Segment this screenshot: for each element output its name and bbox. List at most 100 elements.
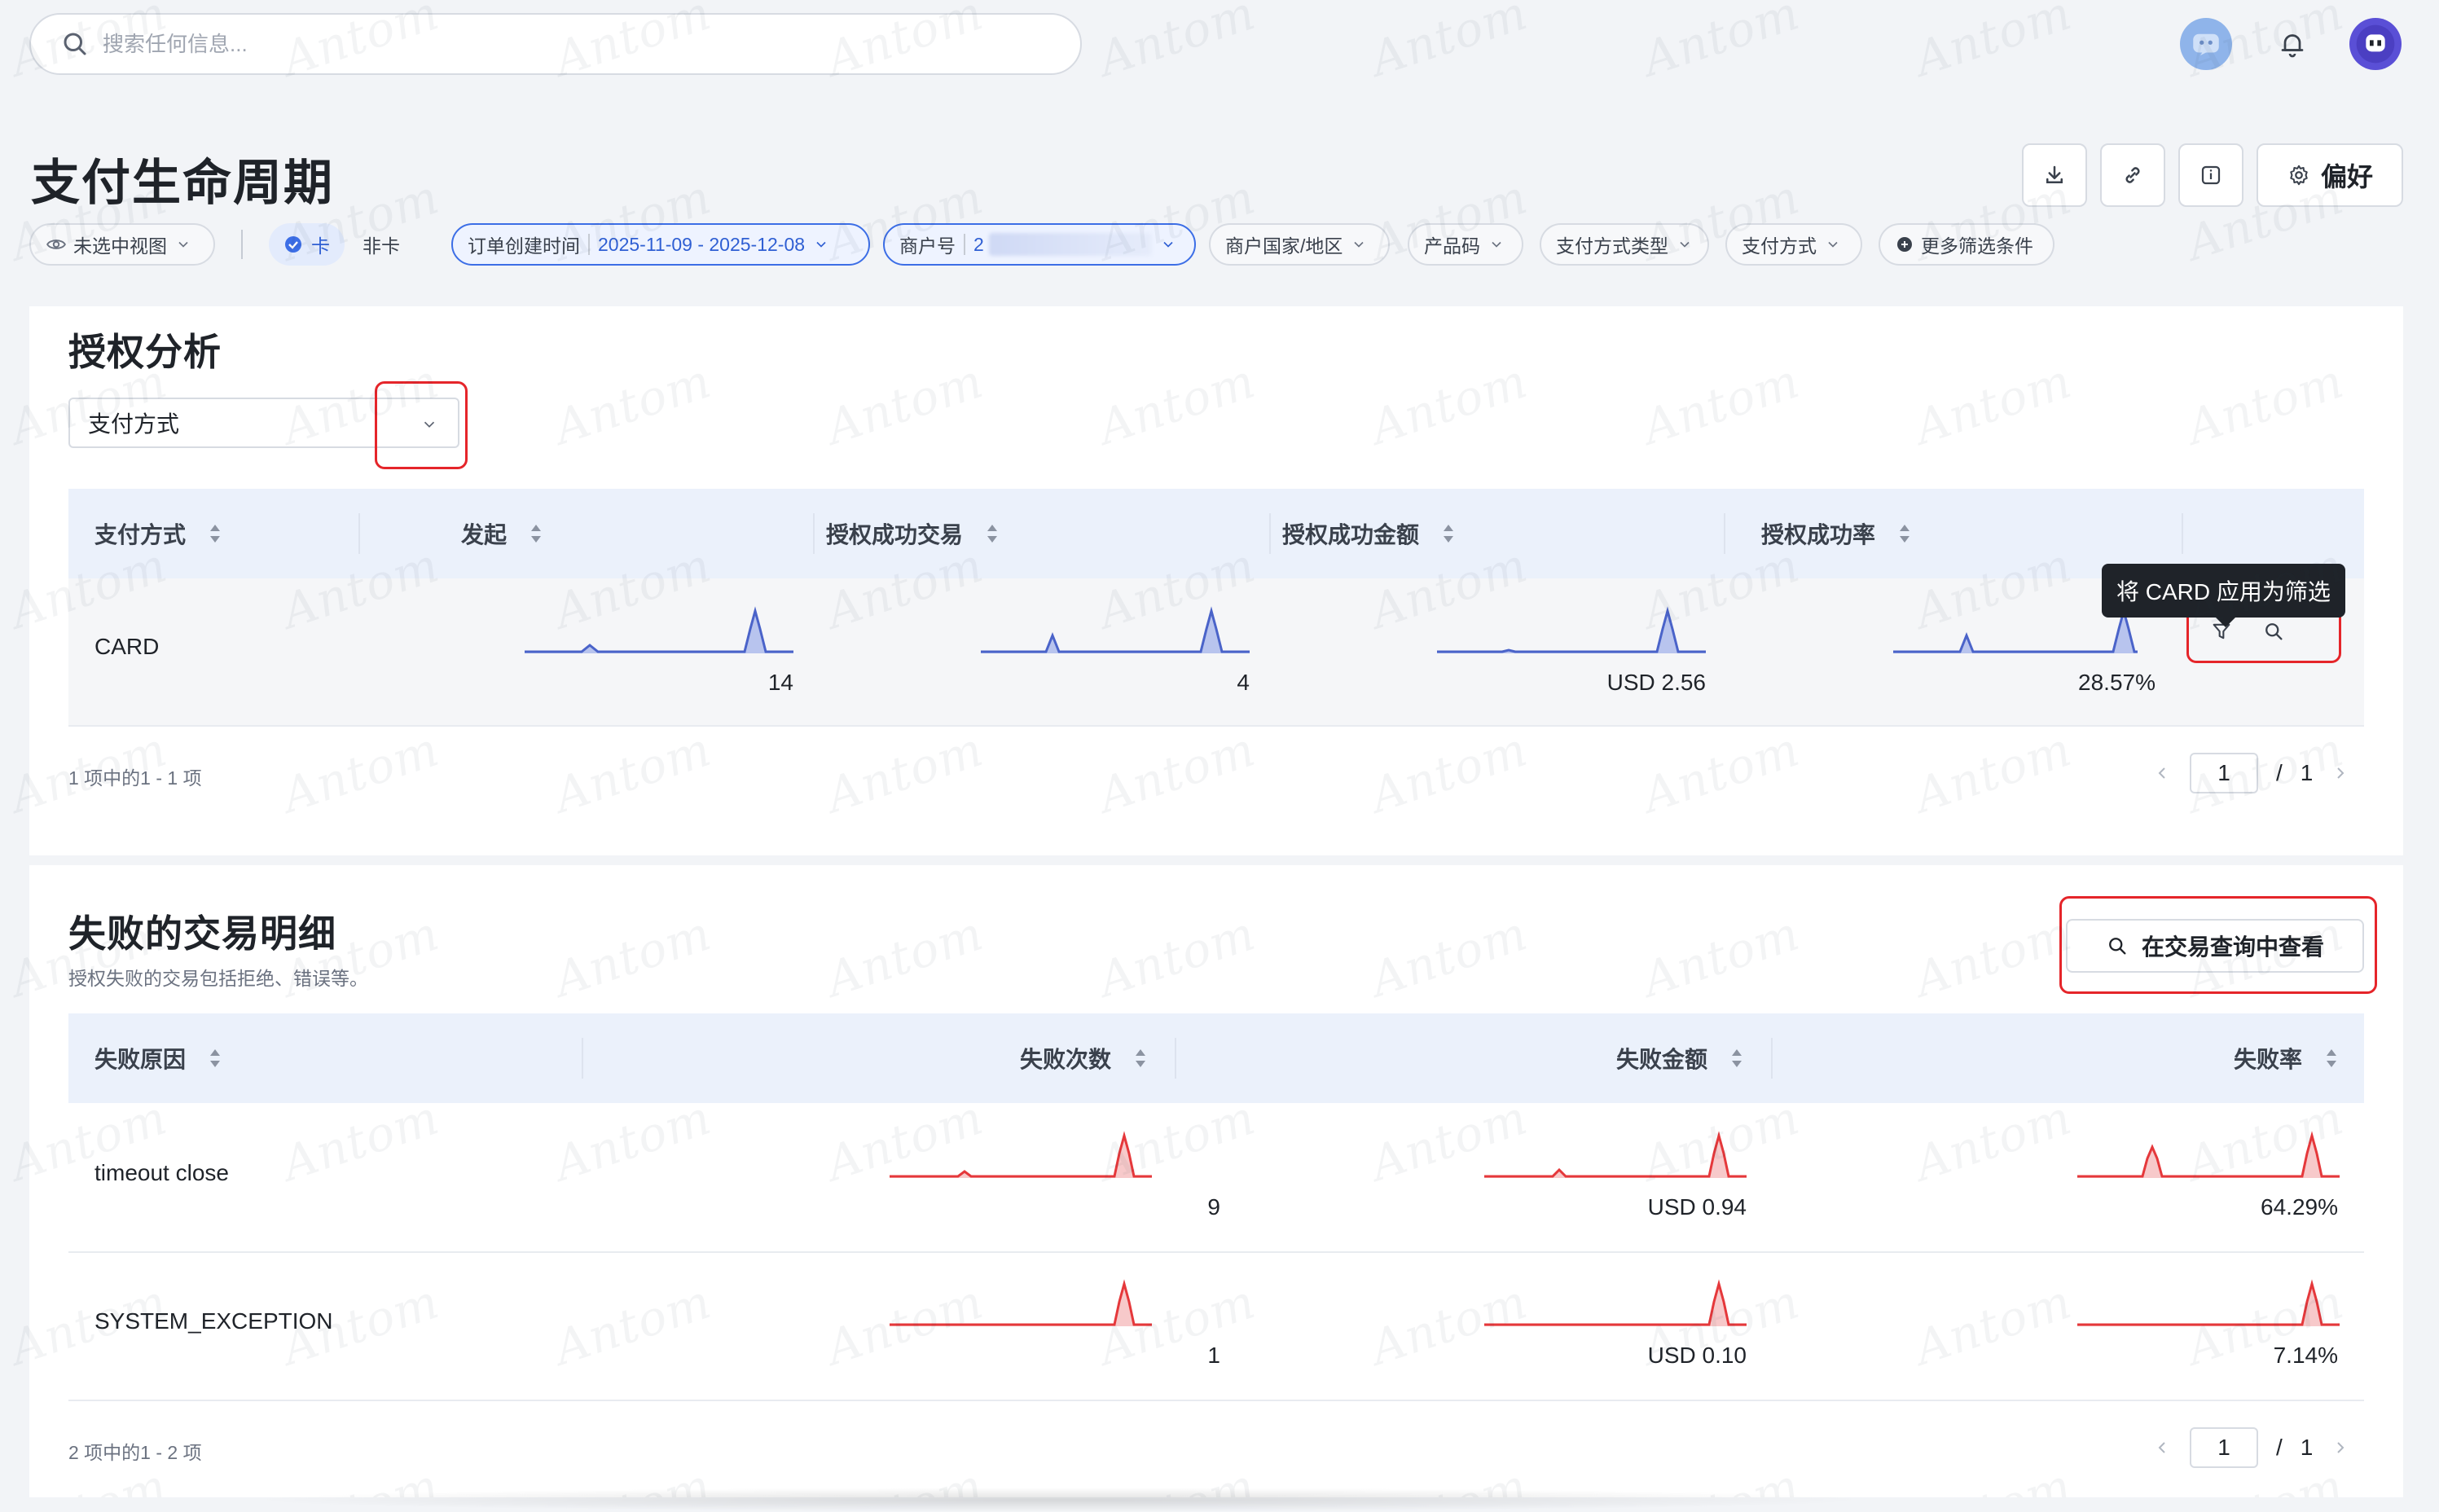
search-input[interactable] <box>101 30 1000 58</box>
apply-filter-tooltip: 将 CARD 应用为筛选 <box>2102 564 2345 627</box>
failure-reason-cell: timeout close <box>94 1160 229 1185</box>
page-input[interactable]: 1 <box>2190 1427 2258 1468</box>
column-divider <box>1175 1038 1176 1079</box>
sort-icon[interactable] <box>986 524 999 543</box>
chevron-right-icon[interactable] <box>2331 1438 2350 1457</box>
separator <box>588 234 590 255</box>
download-button[interactable] <box>2022 143 2087 207</box>
order-time-label: 订单创建时间 <box>468 235 580 257</box>
chevron-down-icon <box>1163 241 1173 248</box>
table-row[interactable]: SYSTEM_EXCEPTION 1 USD 0.10 7.14% <box>68 1251 2364 1401</box>
dimension-select-value: 支付方式 <box>88 411 180 437</box>
column-header[interactable]: 发起 <box>461 489 543 578</box>
page-input[interactable]: 1 <box>2190 753 2258 793</box>
chevron-down-icon <box>1680 241 1690 248</box>
product-code-label: 产品码 <box>1424 235 1480 257</box>
payment-method-cell: CARD <box>94 634 160 659</box>
sort-icon[interactable] <box>1134 1048 1147 1068</box>
table-header: 支付方式 发起 授权成功交易 授权成功金额 授权成功率 <box>68 489 2364 578</box>
pagination: 1 / 1 <box>2152 753 2350 793</box>
country-filter[interactable]: 商户国家/地区 <box>1209 223 1390 266</box>
share-link-button[interactable] <box>2100 143 2165 207</box>
sparkline-success-amount <box>1437 606 1706 653</box>
sort-icon[interactable] <box>2325 1048 2338 1068</box>
table-row[interactable]: CARD 14 4 USD 2.56 28.57% <box>68 578 2364 727</box>
sort-icon[interactable] <box>209 524 222 543</box>
sort-icon[interactable] <box>530 524 543 543</box>
sort-icon[interactable] <box>1730 1048 1743 1068</box>
chevron-down-icon <box>1492 241 1501 248</box>
column-header[interactable]: 失败次数 <box>1020 1013 1147 1103</box>
column-header[interactable]: 失败原因 <box>94 1013 222 1103</box>
info-button[interactable] <box>2178 143 2243 207</box>
country-label: 商户国家/地区 <box>1225 235 1343 257</box>
product-code-filter[interactable]: 产品码 <box>1408 223 1523 266</box>
column-header[interactable]: 失败金额 <box>1616 1013 1743 1103</box>
column-label: 失败率 <box>2233 1047 2302 1072</box>
chevron-down-icon <box>1354 241 1364 248</box>
card-option[interactable]: 卡 <box>269 223 345 266</box>
assistant-icon[interactable] <box>2180 18 2232 70</box>
preferences-button[interactable]: 偏好 <box>2257 143 2403 207</box>
redacted-merchant-id <box>988 233 1152 256</box>
card-toggle: 卡 非卡 <box>269 223 418 266</box>
chevron-down-icon <box>816 241 826 248</box>
column-header[interactable]: 支付方式 <box>94 489 222 578</box>
link-icon <box>2125 167 2140 183</box>
table-row[interactable]: timeout close 9 USD 0.94 64.29% <box>68 1103 2364 1253</box>
sort-icon[interactable] <box>209 1048 222 1068</box>
table-header: 失败原因 失败次数 失败金额 失败率 <box>68 1013 2364 1103</box>
global-search[interactable] <box>29 13 1082 75</box>
download-icon <box>2046 165 2063 183</box>
column-header[interactable]: 授权成功交易 <box>826 489 999 578</box>
column-header[interactable]: 失败率 <box>2234 1013 2338 1103</box>
avatar-icon <box>2356 24 2395 64</box>
column-divider <box>1724 513 1725 554</box>
sort-icon[interactable] <box>1442 524 1455 543</box>
sparkline-success-count <box>981 606 1250 653</box>
success-count-value: 4 <box>1237 670 1250 695</box>
sparkline-success-rate <box>1893 606 2138 653</box>
chevron-left-icon[interactable] <box>2152 1438 2172 1457</box>
more-filters-label: 更多筛选条件 <box>1921 235 2033 257</box>
chevron-left-icon[interactable] <box>2152 763 2172 783</box>
sparkline-fail-count <box>890 1131 1152 1178</box>
column-divider <box>582 1038 583 1079</box>
sparkline-initiated <box>525 606 793 653</box>
view-selector[interactable]: 未选中视图 <box>29 223 215 266</box>
section-title: 授权分析 <box>68 331 222 373</box>
sparkline-fail-amount <box>1484 1131 1747 1178</box>
chevron-down-icon <box>178 241 188 248</box>
payment-method-label: 支付方式 <box>1742 235 1817 257</box>
success-amount-value: USD 2.56 <box>1606 670 1706 695</box>
pagination: 1 / 1 <box>2152 1427 2350 1468</box>
column-header[interactable]: 授权成功金额 <box>1282 489 1455 578</box>
more-filters-button[interactable]: 更多筛选条件 <box>1879 223 2054 266</box>
merchant-label: 商户号 <box>899 235 956 257</box>
sort-icon[interactable] <box>1898 524 1911 543</box>
payment-method-filter[interactable]: 支付方式 <box>1725 223 1862 266</box>
column-divider <box>1771 1038 1773 1079</box>
merchant-filter[interactable]: 商户号 2 <box>883 223 1196 266</box>
notification-bell-icon[interactable] <box>2266 18 2318 70</box>
chevron-right-icon[interactable] <box>2331 763 2350 783</box>
info-icon <box>2201 165 2221 185</box>
order-time-value: 2025-11-09 - 2025-12-08 <box>598 233 806 255</box>
column-label: 失败原因 <box>94 1047 187 1072</box>
payment-method-type-label: 支付方式类型 <box>1556 235 1668 257</box>
fail-rate-value: 7.14% <box>2273 1343 2338 1368</box>
order-time-filter[interactable]: 订单创建时间 2025-11-09 - 2025-12-08 <box>451 223 870 266</box>
non-card-option[interactable]: 非卡 <box>345 223 418 266</box>
payment-method-type-filter[interactable]: 支付方式类型 <box>1540 223 1709 266</box>
page-total: 1 <box>2300 760 2314 785</box>
column-label: 授权成功率 <box>1760 522 1875 547</box>
success-rate-value: 28.57% <box>2078 670 2156 695</box>
chat-bot-icon <box>2193 33 2219 55</box>
section-title: 失败的交易明细 <box>68 912 336 955</box>
add-circle-icon <box>1897 237 1912 252</box>
user-avatar[interactable] <box>2349 18 2402 70</box>
search-icon <box>64 33 86 55</box>
column-header[interactable]: 授权成功率 <box>1761 489 1911 578</box>
highlight-box <box>2059 896 2377 994</box>
column-label: 失败次数 <box>1019 1047 1111 1072</box>
